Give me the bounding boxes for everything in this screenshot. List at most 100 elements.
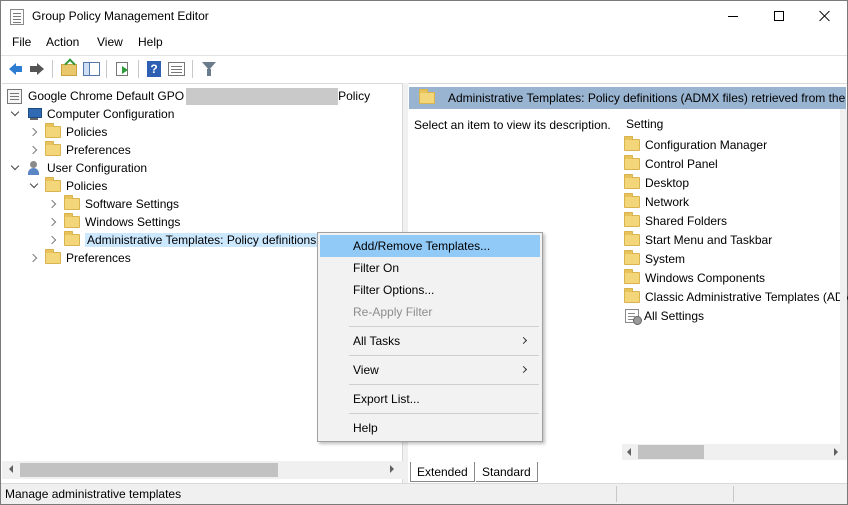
tree-item-administrative-templates[interactable]: Administrative Templates: Policy definit… [48,231,319,249]
minimize-icon [728,15,738,17]
menu-item-help[interactable]: Help [320,417,540,439]
tree-item-uc-preferences[interactable]: Preferences [29,249,131,267]
tab-standard[interactable]: Standard [476,462,538,482]
app-window: Group Policy Management Editor File Acti… [0,0,848,505]
tree-root-suffix: Policy [338,89,371,103]
folder-icon [624,288,640,303]
list-item[interactable]: Desktop [624,174,689,192]
toolbar-separator [52,60,53,78]
chevron-down-icon[interactable] [29,181,39,191]
submenu-arrow-icon [519,365,528,374]
menu-item-export-list[interactable]: Export List... [320,388,540,410]
close-button[interactable] [802,1,848,31]
chevron-down-icon[interactable] [10,163,20,173]
list-item-label: Desktop [645,176,690,190]
tree-item-root[interactable]: Google Chrome Default GPO Policy [7,87,370,105]
list-item[interactable]: Classic Administrative Templates (ADM [624,288,848,306]
forward-icon [30,63,44,75]
folder-icon [45,249,61,264]
properties-button[interactable] [168,60,186,78]
list-item[interactable]: Shared Folders [624,212,727,230]
menu-view[interactable]: View [97,35,123,49]
show-hide-tree-button[interactable] [83,60,101,78]
menu-item-filter-on[interactable]: Filter On [320,257,540,279]
menu-item-reapply-filter: Re-Apply Filter [353,305,433,319]
chevron-right-icon[interactable] [29,127,39,137]
computer-icon [26,107,42,121]
tab-extended[interactable]: Extended [410,462,475,482]
folder-icon [624,155,640,170]
list-item[interactable]: Control Panel [624,155,718,173]
folder-icon [45,123,61,138]
menu-action[interactable]: Action [46,35,79,49]
up-one-level-button[interactable] [60,60,78,78]
scroll-right-icon[interactable] [834,448,838,456]
menu-item-add-remove-templates[interactable]: Add/Remove Templates... [320,235,540,257]
tree-horizontal-scrollbar[interactable] [2,461,403,479]
list-item[interactable]: System [624,250,685,268]
show-hide-tree-icon [83,62,100,76]
chevron-right-icon[interactable] [48,235,58,245]
menu-help[interactable]: Help [138,35,163,49]
menu-bar: File Action View Help [1,32,847,54]
list-item[interactable]: Configuration Manager [624,136,767,154]
folder-icon [624,250,640,265]
tree-item-user-configuration[interactable]: User Configuration [10,159,147,177]
folder-icon [45,177,61,192]
help-icon: ? [147,61,161,77]
up-folder-icon [61,64,77,76]
chevron-right-icon[interactable] [48,217,58,227]
list-item[interactable]: Network [624,193,689,211]
description-text: Select an item to view its description. [414,118,611,132]
tree-item-cc-policies[interactable]: Policies [29,123,107,141]
tree-item-software-settings[interactable]: Software Settings [48,195,179,213]
menu-separator [349,384,539,385]
list-item[interactable]: All Settings [624,307,704,325]
toolbar-separator [192,60,193,78]
details-vertical-scrollbar[interactable] [840,109,847,444]
tree-item-computer-configuration[interactable]: Computer Configuration [10,105,174,123]
folder-icon [64,195,80,210]
menu-item-filter-options[interactable]: Filter Options... [320,279,540,301]
back-button[interactable] [7,60,25,78]
scroll-right-icon[interactable] [390,465,394,473]
tree-item-label: Computer Configuration [47,107,175,121]
toolbar: ? [1,55,847,81]
scrollbar-thumb[interactable] [20,463,278,477]
column-header-setting[interactable]: Setting [626,117,663,131]
minimize-button[interactable] [710,1,756,31]
tree-item-uc-policies[interactable]: Policies [29,177,107,195]
list-item-label: Configuration Manager [645,138,768,152]
help-button[interactable]: ? [146,60,164,78]
scrollbar-thumb[interactable] [638,445,704,459]
filter-button[interactable] [200,60,218,78]
scroll-left-icon[interactable] [9,465,13,473]
tree-item-windows-settings[interactable]: Windows Settings [48,213,180,231]
submenu-arrow-icon [519,336,528,345]
maximize-button[interactable] [756,1,802,31]
list-item-label: Control Panel [645,157,718,171]
forward-button[interactable] [28,60,46,78]
chevron-right-icon[interactable] [48,199,58,209]
list-item[interactable]: Windows Components [624,269,765,287]
menu-item-all-tasks[interactable]: All Tasks [320,330,540,352]
export-list-button[interactable] [114,60,132,78]
tree-item-label: Preferences [66,251,131,265]
chevron-right-icon[interactable] [29,145,39,155]
list-item[interactable]: Start Menu and Taskbar [624,231,772,249]
details-horizontal-scrollbar[interactable] [622,444,847,460]
title-bar: Group Policy Management Editor [1,1,847,32]
back-icon [9,63,22,75]
folder-icon [624,269,640,284]
scroll-left-icon[interactable] [627,448,631,456]
menu-separator [349,413,539,414]
tree-item-cc-preferences[interactable]: Preferences [29,141,131,159]
chevron-down-icon[interactable] [10,109,20,119]
chevron-right-icon[interactable] [29,253,39,263]
tree-item-label: Software Settings [85,197,180,211]
menu-item-view[interactable]: View [320,359,540,381]
close-icon [819,10,831,22]
menu-item-label: All Tasks [353,334,401,348]
list-item-label: Start Menu and Taskbar [645,233,773,247]
menu-file[interactable]: File [12,35,31,49]
